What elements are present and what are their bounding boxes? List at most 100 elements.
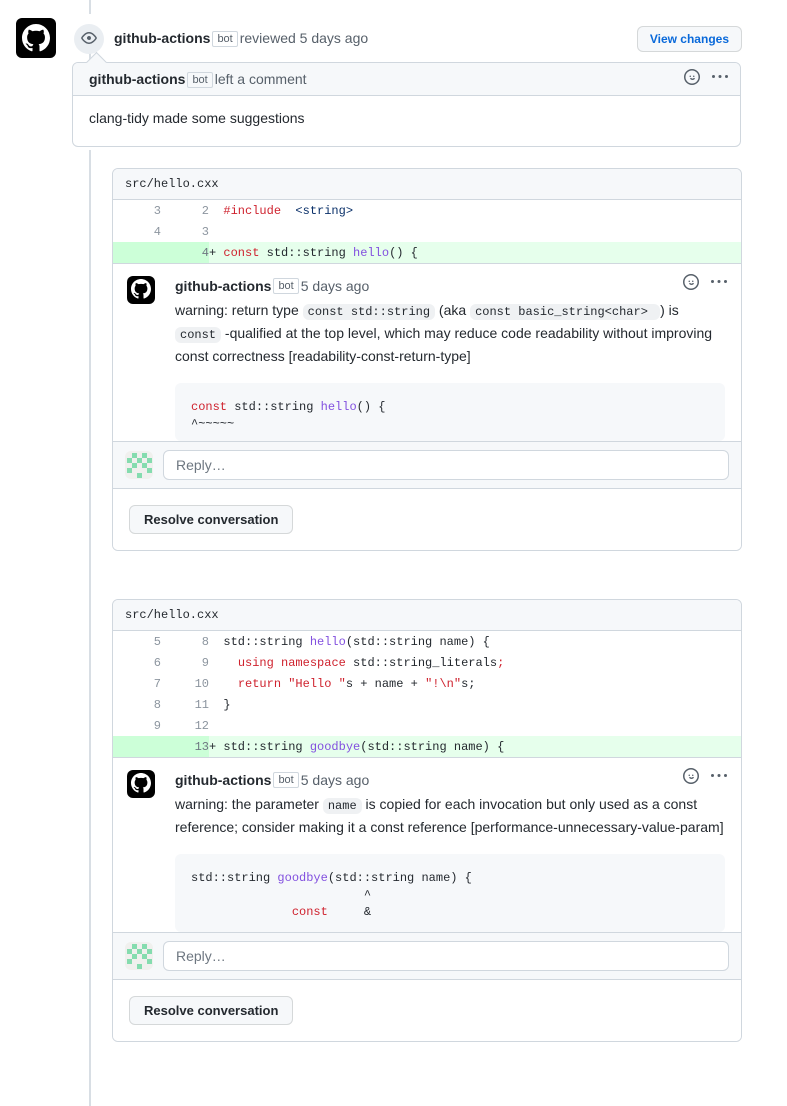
view-changes-button[interactable]: View changes bbox=[636, 26, 742, 52]
review-comment-header: github-actions bot left a comment bbox=[73, 63, 740, 96]
comment-menu-button[interactable] bbox=[711, 768, 727, 787]
diff-old-line-number: 9 bbox=[153, 718, 161, 733]
diff-old-line-number: 7 bbox=[153, 676, 161, 691]
inline-code: const std::string bbox=[302, 304, 436, 320]
inline-comment-actions bbox=[683, 274, 727, 293]
diff-new-line-number: 9 bbox=[201, 655, 209, 670]
comment-menu-button[interactable] bbox=[712, 69, 728, 88]
diff-old-line-number bbox=[113, 736, 161, 757]
pull-request-review-timeline: github-actions bot reviewed 5 days ago Vie… bbox=[0, 0, 787, 1106]
add-reaction-button[interactable] bbox=[683, 768, 699, 787]
github-logo-icon bbox=[131, 278, 151, 302]
inline-review-comment: github-actions bot 5 days ago bbox=[113, 263, 741, 441]
timeline-rail-bottom bbox=[89, 150, 91, 1106]
review-thread: src/hello.cxx 32 #include <string> 4 3 4 + c… bbox=[112, 168, 742, 551]
review-thread: src/hello.cxx 58 std::string hello(std::… bbox=[112, 599, 742, 1042]
diff-old-line-number: 4 bbox=[153, 224, 161, 239]
resolve-row: Resolve conversation bbox=[113, 488, 741, 550]
diff-line-content: } bbox=[209, 697, 231, 712]
inline-comment-timestamp[interactable]: 5 days ago bbox=[301, 278, 370, 294]
diff-line[interactable]: 3 2 #include <string> bbox=[113, 200, 741, 221]
diff-line-content: std::string hello(std::string name) { bbox=[209, 634, 490, 649]
diff-new-line-number: 12 bbox=[194, 718, 209, 733]
inline-code: name bbox=[322, 798, 362, 814]
reply-input[interactable] bbox=[163, 450, 729, 480]
diff-line[interactable]: 4 + const std::string hello() { bbox=[113, 242, 741, 263]
diff-file-path[interactable]: src/hello.cxx bbox=[113, 169, 741, 200]
review-comment-author[interactable]: github-actions bbox=[89, 71, 185, 87]
resolve-conversation-button[interactable]: Resolve conversation bbox=[129, 505, 294, 534]
user-identicon-avatar bbox=[125, 451, 153, 479]
bot-badge: bot bbox=[187, 71, 213, 88]
bot-badge: bot bbox=[212, 31, 238, 47]
user-identicon-avatar bbox=[125, 942, 153, 970]
inline-comment-author[interactable]: github-actions bbox=[175, 278, 271, 294]
inline-comment-timestamp[interactable]: 5 days ago bbox=[301, 772, 370, 788]
diff-line-content: using namespace std::string_literals; bbox=[237, 655, 505, 670]
diff-new-line-number: 2 bbox=[201, 203, 209, 218]
diff-line-content bbox=[209, 715, 741, 736]
diff-line[interactable]: 43 bbox=[113, 221, 741, 242]
diff-old-line-number: 8 bbox=[153, 697, 161, 712]
comment-menu-button[interactable] bbox=[711, 274, 727, 293]
reply-input[interactable] bbox=[163, 941, 729, 971]
review-state-badge bbox=[74, 24, 104, 54]
smiley-icon bbox=[683, 274, 699, 293]
diff-table: 58 std::string hello(std::string name) {… bbox=[113, 631, 741, 757]
diff-old-line-number: 3 bbox=[153, 203, 161, 218]
bot-badge: bot bbox=[273, 278, 299, 294]
diff-line[interactable]: 7 10 return "Hello "s + name + "!\n"s; bbox=[113, 673, 741, 694]
bot-badge: bot bbox=[273, 772, 299, 788]
diff-line-content: + std::string goodbye(std::string name) … bbox=[209, 736, 741, 757]
diff-old-line-number: 6 bbox=[153, 655, 161, 670]
diff-line-content: return "Hello "s + name + "!\n"s; bbox=[237, 676, 476, 691]
smiley-icon bbox=[683, 768, 699, 787]
smiley-icon bbox=[684, 69, 700, 88]
diff-new-line-number: 4 bbox=[161, 242, 209, 263]
inline-code: const bbox=[175, 327, 222, 343]
inline-comment-text: warning: the parameter name is copied fo… bbox=[175, 796, 724, 835]
review-comment-action: left a comment bbox=[214, 70, 307, 87]
diff-old-line-number bbox=[113, 242, 161, 263]
review-comment-box: github-actions bot left a comment clang-… bbox=[72, 62, 741, 147]
diagnostic-code-block: std::string goodbye(std::string name) { … bbox=[175, 854, 725, 932]
diff-new-line-number: 10 bbox=[194, 676, 209, 691]
diff-old-line-number: 5 bbox=[153, 634, 161, 649]
review-author[interactable]: github-actions bbox=[114, 30, 210, 46]
review-comment-byline: github-actions bot left a comment bbox=[89, 71, 307, 88]
kebab-menu-icon bbox=[712, 69, 728, 88]
avatar[interactable] bbox=[16, 18, 56, 58]
diff-line[interactable]: 6 9 using namespace std::string_literals; bbox=[113, 652, 741, 673]
diagnostic-code-block: const std::string hello() { ^~~~~~ bbox=[175, 383, 725, 441]
diff-new-line-number: 11 bbox=[194, 697, 209, 712]
diff-line[interactable]: 13 + std::string goodbye(std::string name… bbox=[113, 736, 741, 757]
github-logo-icon bbox=[131, 772, 151, 796]
diff-line-content: + const std::string hello() { bbox=[209, 242, 741, 263]
avatar[interactable] bbox=[127, 770, 155, 798]
inline-comment-author[interactable]: github-actions bbox=[175, 772, 271, 788]
inline-review-comment: github-actions bot 5 days ago bbox=[113, 757, 741, 932]
diff-line-content bbox=[209, 221, 741, 242]
diff-line[interactable]: 8 11 } bbox=[113, 694, 741, 715]
avatar[interactable] bbox=[127, 276, 155, 304]
review-action-text: reviewed 5 days ago bbox=[239, 30, 369, 46]
github-logo-icon bbox=[22, 24, 50, 52]
diff-new-line-number: 8 bbox=[201, 634, 209, 649]
resolve-conversation-button[interactable]: Resolve conversation bbox=[129, 996, 294, 1025]
diff-table: 32 #include <string> 4 3 4 + const std::stri… bbox=[113, 200, 741, 263]
diff-new-line-number: 13 bbox=[161, 736, 209, 757]
reply-row bbox=[113, 441, 741, 488]
review-comment-body: clang-tidy made some suggestions bbox=[89, 110, 305, 126]
add-reaction-button[interactable] bbox=[684, 69, 700, 88]
inline-comment-header: github-actions bot 5 days ago bbox=[175, 768, 727, 790]
diff-file-path[interactable]: src/hello.cxx bbox=[113, 600, 741, 631]
kebab-menu-icon bbox=[711, 274, 727, 293]
add-reaction-button[interactable] bbox=[683, 274, 699, 293]
diff-line-content: #include <string> bbox=[223, 203, 354, 218]
diff-line[interactable]: 9 12 bbox=[113, 715, 741, 736]
resolve-row: Resolve conversation bbox=[113, 979, 741, 1041]
eye-icon bbox=[81, 30, 97, 49]
inline-comment-header: github-actions bot 5 days ago bbox=[175, 274, 727, 296]
diff-line[interactable]: 5 8 std::string hello(std::string name) { bbox=[113, 631, 741, 652]
inline-code: const basic_string<char> bbox=[470, 304, 661, 320]
